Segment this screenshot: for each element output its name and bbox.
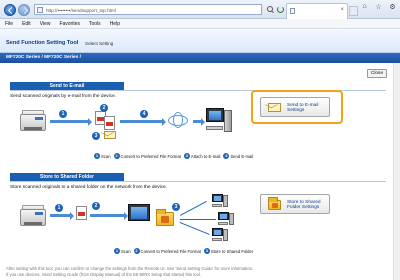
network-computer-icon <box>218 212 236 228</box>
pdf-document-icon <box>76 206 87 220</box>
shared-folder-icon <box>268 197 281 210</box>
step-1-badge: 1 <box>59 110 67 118</box>
footer-note: After setting with this tool, you can co… <box>6 266 254 271</box>
network-link <box>180 200 207 216</box>
printer-icon <box>18 203 48 229</box>
model-name: MF720C Series / MF720C Series / <box>6 55 81 60</box>
step-4-badge: 4 <box>140 110 148 118</box>
menu-help[interactable]: Help <box>110 21 120 27</box>
address-bar[interactable]: http://••••••••/sendsupport_top.html <box>34 4 262 15</box>
app-subtitle: Select Setting <box>85 40 114 46</box>
shared-folder-icon <box>156 209 174 226</box>
menu-edit[interactable]: Edit <box>22 21 31 27</box>
email-step-1: Scan <box>101 153 111 159</box>
home-icon[interactable]: ⌂ <box>360 3 369 10</box>
network-computer-icon <box>212 228 230 244</box>
email-step-3: Attach to E-mail <box>190 153 221 159</box>
printer-icon <box>18 108 48 134</box>
back-icon[interactable] <box>4 4 16 16</box>
step-1-badge: 1 <box>55 204 63 212</box>
computer-icon <box>206 108 234 138</box>
folder-section-description: Store scanned originals to a shared fold… <box>10 185 168 190</box>
search-icon[interactable] <box>266 5 274 14</box>
close-button[interactable]: Close <box>367 69 387 78</box>
flow-arrow <box>50 117 92 126</box>
gear-icon[interactable]: ⚙ <box>388 3 397 11</box>
menu-bar: File Edit View Favorites Tools Help <box>0 19 400 29</box>
folder-steps-legend: 1 Scan 2 Convert to Preferred File Format … <box>114 248 254 254</box>
new-tab-button[interactable] <box>349 6 358 16</box>
email-step-4: Send E-mail <box>230 153 254 159</box>
tab-close-icon[interactable]: × <box>340 7 344 13</box>
menu-file[interactable]: File <box>5 21 13 27</box>
flow-arrow <box>120 117 166 126</box>
flow-arrow <box>90 211 128 220</box>
folder-step-2: Convert to Preferred File Format <box>140 248 201 254</box>
network-icon <box>166 112 192 128</box>
browser-tab[interactable]: × <box>286 3 348 19</box>
send-to-email-settings-label: Send to E-mail Settings <box>287 102 319 113</box>
folder-step-3: Store to Shared Folder <box>210 248 254 254</box>
url-text: http://••••••••/sendsupport_top.html <box>46 7 116 13</box>
folder-step-1: Scan <box>121 248 131 254</box>
refresh-icon[interactable] <box>276 5 284 14</box>
email-step-2: Convert to Preferred File Format <box>120 153 181 159</box>
forward-icon[interactable] <box>18 4 30 16</box>
favorites-star-icon[interactable]: ☆ <box>374 3 383 11</box>
server-computer-icon <box>128 204 156 234</box>
network-link <box>179 222 210 235</box>
app-header: Send Function Setting Tool Select Settin… <box>0 29 400 53</box>
menu-view[interactable]: View <box>40 21 51 27</box>
email-envelope-icon <box>268 103 281 112</box>
model-bar: MF720C Series / MF720C Series / <box>0 53 400 63</box>
store-to-shared-folder-settings-label: Store to Shared Folder Settings <box>287 199 321 210</box>
step-3-badge: 3 <box>92 132 100 140</box>
vertical-scrollbar[interactable] <box>393 63 400 280</box>
store-to-shared-folder-settings-button[interactable]: Store to Shared Folder Settings <box>260 194 330 214</box>
page-icon <box>37 7 43 13</box>
step-3-badge: 3 <box>172 203 180 211</box>
browser-toolbar: http://••••••••/sendsupport_top.html × ⌂… <box>0 0 400 19</box>
network-link <box>180 219 216 220</box>
email-steps-legend: 1 Scan 2 Convert to Preferred File Format … <box>94 153 254 159</box>
menu-favorites[interactable]: Favorites <box>59 21 80 27</box>
network-computer-icon <box>212 194 230 210</box>
flow-arrow <box>50 211 74 220</box>
folder-section-divider <box>10 181 386 182</box>
tab-page-icon <box>290 8 295 14</box>
menu-tools[interactable]: Tools <box>89 21 101 27</box>
footer-note-secondary: If you use devices, Send Setting Guide (… <box>6 272 202 277</box>
step-2-badge: 2 <box>92 202 100 210</box>
step-2-badge: 2 <box>100 104 108 112</box>
pdf-document-icon <box>104 116 115 130</box>
email-section-description: Send scanned originals by e-mail from th… <box>10 94 117 99</box>
email-envelope-icon <box>104 131 116 139</box>
app-title: Send Function Setting Tool <box>6 40 79 46</box>
flow-arrow <box>193 117 205 126</box>
send-to-email-settings-button[interactable]: Send to E-mail Settings <box>260 97 330 117</box>
